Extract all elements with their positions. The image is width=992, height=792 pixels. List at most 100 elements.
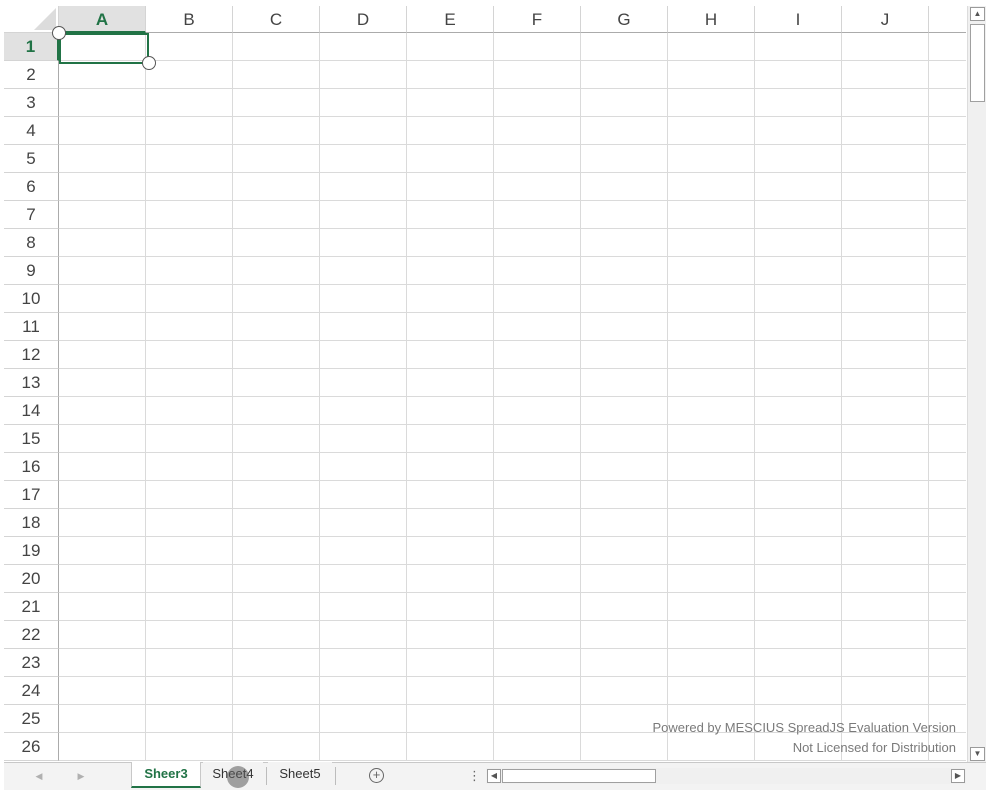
grid-cell[interactable] xyxy=(407,117,494,145)
grid-cell[interactable] xyxy=(233,257,320,285)
grid-cell[interactable] xyxy=(407,537,494,565)
grid-cell[interactable] xyxy=(494,621,581,649)
grid-cell[interactable] xyxy=(668,733,755,761)
grid-cell[interactable] xyxy=(929,33,966,61)
grid-cell[interactable] xyxy=(755,257,842,285)
grid-cell[interactable] xyxy=(320,61,407,89)
grid-cell[interactable] xyxy=(929,509,966,537)
grid-cell[interactable] xyxy=(842,89,929,117)
grid-cell[interactable] xyxy=(146,565,233,593)
grid-cell[interactable] xyxy=(59,649,146,677)
grid-cell[interactable] xyxy=(320,593,407,621)
grid-cell[interactable] xyxy=(407,33,494,61)
grid-cell[interactable] xyxy=(755,89,842,117)
grid-cell[interactable] xyxy=(233,117,320,145)
grid-cell[interactable] xyxy=(929,397,966,425)
grid-cell[interactable] xyxy=(842,117,929,145)
selection-handle-bottom-right[interactable] xyxy=(142,56,156,70)
row-header-1[interactable]: 1 xyxy=(4,33,59,61)
grid-cell[interactable] xyxy=(407,145,494,173)
scroll-up-arrow-icon[interactable]: ▲ xyxy=(970,7,985,21)
grid-cell[interactable] xyxy=(59,229,146,257)
grid-cell[interactable] xyxy=(146,453,233,481)
grid-cell[interactable] xyxy=(407,677,494,705)
spreadsheet-viewport[interactable]: ABCDEFGHIJ 1 2 3 4 5 6 7 8 9 10 11 12 13 14 15 16 17 18 19… xyxy=(4,6,966,762)
grid-cell[interactable] xyxy=(146,61,233,89)
grid-cell[interactable] xyxy=(581,313,668,341)
grid-cell[interactable] xyxy=(320,453,407,481)
grid-cell[interactable] xyxy=(59,733,146,761)
grid-cell[interactable] xyxy=(407,733,494,761)
grid-cell[interactable] xyxy=(668,229,755,257)
grid-cell[interactable] xyxy=(59,89,146,117)
grid-cell[interactable] xyxy=(320,33,407,61)
grid-cell[interactable] xyxy=(320,257,407,285)
column-header-j[interactable]: J xyxy=(842,6,929,33)
selection-handle-top-left[interactable] xyxy=(52,26,66,40)
grid-cell[interactable] xyxy=(146,425,233,453)
tab-sheet5[interactable]: Sheet5 xyxy=(268,762,332,788)
grid-cell[interactable] xyxy=(668,145,755,173)
grid-cell[interactable] xyxy=(668,509,755,537)
grid-cell[interactable] xyxy=(320,677,407,705)
grid-cell[interactable] xyxy=(929,481,966,509)
column-header-e[interactable]: E xyxy=(407,6,494,33)
horizontal-scroll-thumb[interactable] xyxy=(502,769,656,783)
select-all-corner[interactable] xyxy=(4,6,59,33)
grid-cell[interactable] xyxy=(668,257,755,285)
grid-cell[interactable] xyxy=(494,61,581,89)
grid-cell[interactable] xyxy=(59,61,146,89)
grid-cell[interactable] xyxy=(668,649,755,677)
grid-cell[interactable] xyxy=(668,313,755,341)
grid-cell[interactable] xyxy=(320,341,407,369)
grid-cell[interactable] xyxy=(59,145,146,173)
grid-cell[interactable] xyxy=(407,621,494,649)
grid-cell[interactable] xyxy=(842,453,929,481)
grid-cell[interactable] xyxy=(668,33,755,61)
grid-cell[interactable] xyxy=(755,201,842,229)
grid-cell[interactable] xyxy=(59,481,146,509)
grid-cell[interactable] xyxy=(494,593,581,621)
grid-cell[interactable] xyxy=(581,565,668,593)
grid-cell[interactable] xyxy=(668,173,755,201)
grid-cell[interactable] xyxy=(494,733,581,761)
grid-cell[interactable] xyxy=(146,621,233,649)
grid-cell[interactable] xyxy=(320,397,407,425)
grid-cell[interactable] xyxy=(494,201,581,229)
grid-cell[interactable] xyxy=(233,173,320,201)
scroll-down-arrow-icon[interactable]: ▼ xyxy=(970,747,985,761)
grid-cell[interactable] xyxy=(929,229,966,257)
grid-cell[interactable] xyxy=(929,537,966,565)
grid-cell[interactable] xyxy=(407,285,494,313)
grid-cell[interactable] xyxy=(233,397,320,425)
grid-cell[interactable] xyxy=(320,481,407,509)
column-header-d[interactable]: D xyxy=(320,6,407,33)
grid-cell[interactable] xyxy=(755,229,842,257)
grid-cell[interactable] xyxy=(320,201,407,229)
grid-cell[interactable] xyxy=(233,33,320,61)
row-header-8[interactable]: 8 xyxy=(4,229,59,257)
grid-cell[interactable] xyxy=(494,117,581,145)
grid-cell[interactable] xyxy=(494,649,581,677)
grid-cell[interactable] xyxy=(494,705,581,733)
grid-cell[interactable] xyxy=(929,593,966,621)
grid-cell[interactable] xyxy=(146,313,233,341)
grid-cell[interactable] xyxy=(581,369,668,397)
grid-cell[interactable] xyxy=(842,621,929,649)
grid-cell[interactable] xyxy=(146,341,233,369)
grid-cell[interactable] xyxy=(668,593,755,621)
grid-cell[interactable] xyxy=(581,173,668,201)
grid-cell[interactable] xyxy=(233,89,320,117)
grid-cell[interactable] xyxy=(755,341,842,369)
grid-cell[interactable] xyxy=(233,425,320,453)
column-header-h[interactable]: H xyxy=(668,6,755,33)
grid-cell[interactable] xyxy=(407,453,494,481)
grid-cell[interactable] xyxy=(320,509,407,537)
row-header-5[interactable]: 5 xyxy=(4,145,59,173)
grid-cell[interactable] xyxy=(494,257,581,285)
grid-cell[interactable] xyxy=(755,117,842,145)
grid-cell[interactable] xyxy=(320,733,407,761)
grid-cell[interactable] xyxy=(407,257,494,285)
grid-cell[interactable] xyxy=(842,313,929,341)
row-header-18[interactable]: 18 xyxy=(4,509,59,537)
